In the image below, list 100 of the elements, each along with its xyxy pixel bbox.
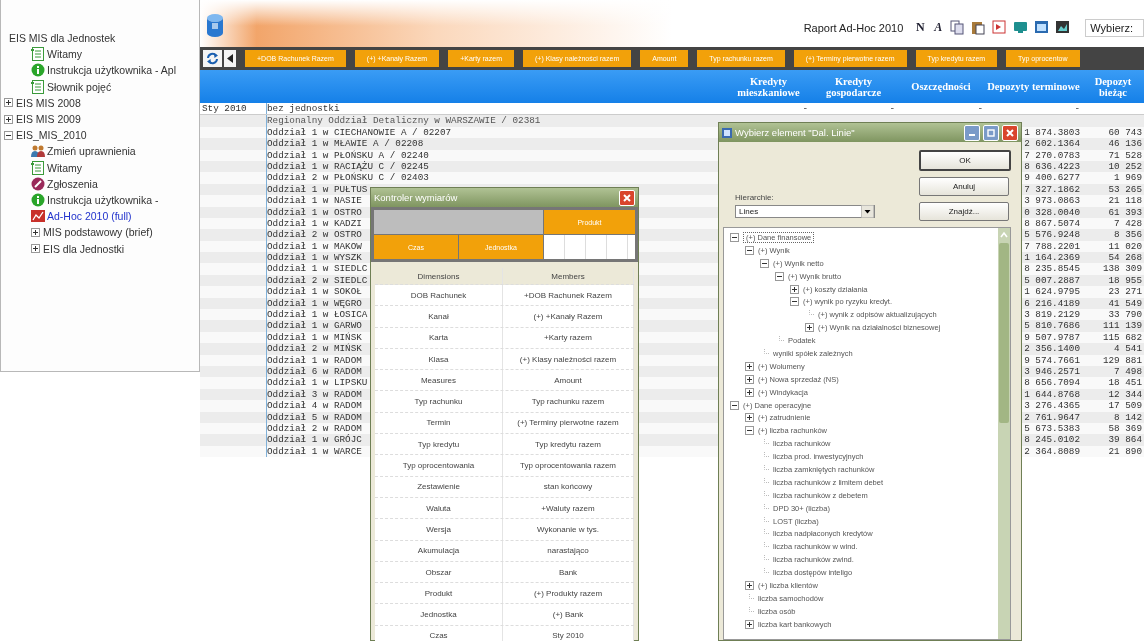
select-field[interactable]: Wybierz: xyxy=(1085,18,1144,37)
minimize-button[interactable] xyxy=(964,124,980,141)
unit-cell: Oddział 3 w RADOM xyxy=(267,388,362,400)
image-icon[interactable] xyxy=(1055,20,1071,35)
close-button[interactable] xyxy=(619,189,635,206)
expand-icon[interactable] xyxy=(805,323,814,333)
back-button[interactable] xyxy=(224,50,236,67)
expand-icon[interactable] xyxy=(745,619,754,629)
play-box-icon[interactable] xyxy=(992,20,1008,35)
collapse-icon[interactable] xyxy=(775,271,784,281)
close-button[interactable] xyxy=(1002,124,1018,141)
monitor-icon[interactable] xyxy=(1013,20,1029,35)
dialog-button[interactable]: Anuluj xyxy=(919,177,1009,196)
expand-icon[interactable] xyxy=(745,387,754,397)
collapse-icon[interactable] xyxy=(790,297,799,307)
expand-icon[interactable] xyxy=(790,284,799,294)
sidebar-item[interactable]: Zmień uprawnienia xyxy=(47,145,136,158)
value-cell: 0 328.0040 xyxy=(1024,206,1080,218)
expand-icon[interactable] xyxy=(745,374,754,384)
value-cell: 1 644.8768 xyxy=(1024,388,1080,400)
expand-icon[interactable] xyxy=(4,98,13,108)
unit-cell: Oddział 1 w KADZI xyxy=(267,217,362,229)
column-header: Oszczędności xyxy=(911,81,971,92)
scrollbar[interactable] xyxy=(998,228,1010,639)
value-cell: 7 498 xyxy=(1114,366,1142,377)
unit-cell: Oddział 2 w SIEDLC xyxy=(267,274,368,286)
sidebar-item[interactable]: Słownik pojęć xyxy=(47,80,112,93)
value-cell: 8 235.8545 xyxy=(1024,263,1080,275)
dimension-cell: Jednostka xyxy=(375,604,503,625)
value-cell: 8 867.5074 xyxy=(1024,217,1080,229)
value-cell: 11 020 xyxy=(1108,240,1142,252)
member-cell: (+) Terminy pierwotne razem xyxy=(503,412,634,434)
expand-icon[interactable] xyxy=(4,114,13,124)
value-cell: 17 509 xyxy=(1108,400,1142,412)
sidebar-item[interactable]: Zgłoszenia xyxy=(47,177,98,190)
expand-icon[interactable] xyxy=(31,244,40,254)
dialog-button[interactable]: OK xyxy=(919,150,1011,171)
sidebar-item[interactable]: EIS_MIS_2010 xyxy=(16,129,87,142)
clipboard-icon[interactable] xyxy=(971,20,987,35)
sidebar-item[interactable]: EIS MIS 2009 xyxy=(16,113,81,126)
value-cell: 2 364.8089 xyxy=(1024,445,1080,457)
dimension-cell: Zestawienie xyxy=(375,476,503,497)
member-cell: +Karty razem xyxy=(503,327,634,348)
collapse-icon[interactable] xyxy=(730,400,739,410)
sidebar-item[interactable]: Witamy xyxy=(47,161,82,174)
format-button[interactable]: N xyxy=(911,20,930,35)
refresh-button[interactable] xyxy=(203,50,222,67)
member-cell: +DOB Rachunek Razem xyxy=(503,285,634,306)
expand-icon[interactable] xyxy=(31,227,40,237)
info-icon xyxy=(31,192,45,207)
collapse-icon[interactable] xyxy=(760,258,769,268)
unit-cell: Oddział 1 w WĘGRO xyxy=(267,297,362,309)
sidebar-item[interactable]: Witamy xyxy=(47,48,82,61)
column-header: Depozyty terminowe xyxy=(987,81,1080,92)
column-header: Kredyty mieszkaniowe xyxy=(736,75,801,98)
dimension-cell: Czas xyxy=(375,625,503,641)
value-cell: 9 507.9787 xyxy=(1024,331,1080,343)
value-cell: 5 810.7686 xyxy=(1024,320,1080,332)
hierarchy-dropdown[interactable]: Lines xyxy=(735,205,875,218)
window-icon[interactable] xyxy=(1034,20,1050,35)
refresh-icon xyxy=(206,52,219,65)
sidebar-item[interactable]: EIS dla Jednostki xyxy=(43,242,125,255)
unit-cell: Oddział 1 w LIPSKU xyxy=(267,377,368,389)
sidebar-item[interactable]: Instrukcja użytkownika - Apl xyxy=(47,64,176,77)
unit-cell: Oddział 1 w GRÓJC xyxy=(267,434,362,446)
maximize-button[interactable] xyxy=(983,124,999,141)
member-cell: Wykonanie w tys. xyxy=(503,519,634,540)
dialog-button[interactable]: Znajdź... xyxy=(919,202,1009,221)
value-cell: 33 790 xyxy=(1108,309,1142,321)
value-cell: 8 636.4223 xyxy=(1024,160,1080,172)
column-header: Dimensions xyxy=(375,268,503,284)
expand-icon[interactable] xyxy=(745,361,754,371)
collapse-icon[interactable] xyxy=(745,426,754,436)
sidebar-item[interactable]: Instrukcja użytkownika - xyxy=(47,193,159,206)
copy-icon[interactable] xyxy=(950,20,966,35)
expand-icon[interactable] xyxy=(745,581,754,590)
document-icon xyxy=(31,160,45,175)
dimension-cell: Typ oprocentowania xyxy=(375,455,503,476)
value-cell: 7 270.0783 xyxy=(1024,149,1080,161)
member-cell: (+) Klasy należności razem xyxy=(503,348,634,370)
member-cell: (+) Bank xyxy=(503,604,634,625)
collapse-icon[interactable] xyxy=(4,130,13,140)
sidebar-item[interactable]: MIS podstawowy (brief) xyxy=(43,226,153,239)
collapse-icon[interactable] xyxy=(730,232,739,242)
dimension-cell: Wersja xyxy=(375,519,503,540)
expand-icon[interactable] xyxy=(745,413,754,423)
sidebar-item[interactable]: Ad-Hoc 2010 (full) xyxy=(47,210,132,223)
value-cell: 9 400.6277 xyxy=(1024,172,1080,184)
sidebar-item[interactable]: EIS MIS dla Jednostek xyxy=(9,32,116,45)
value-cell: 23 271 xyxy=(1108,286,1142,298)
dialog-title: Wybierz element "Dal. Linie" xyxy=(735,127,856,138)
unit-cell: Oddział 1 w SOKOŁ xyxy=(267,286,362,298)
member-cell: Bank xyxy=(503,561,634,583)
collapse-icon[interactable] xyxy=(745,245,754,255)
format-button[interactable]: A xyxy=(929,20,948,35)
member-cell: Typ oprocentowania razem xyxy=(503,455,634,476)
scrollbar-thumb[interactable] xyxy=(999,243,1009,423)
unit-cell: Oddział 1 w MŁAWIE A / 02208 xyxy=(267,138,424,150)
column-header: Members xyxy=(503,268,634,284)
sidebar-item[interactable]: EIS MIS 2008 xyxy=(16,96,81,109)
